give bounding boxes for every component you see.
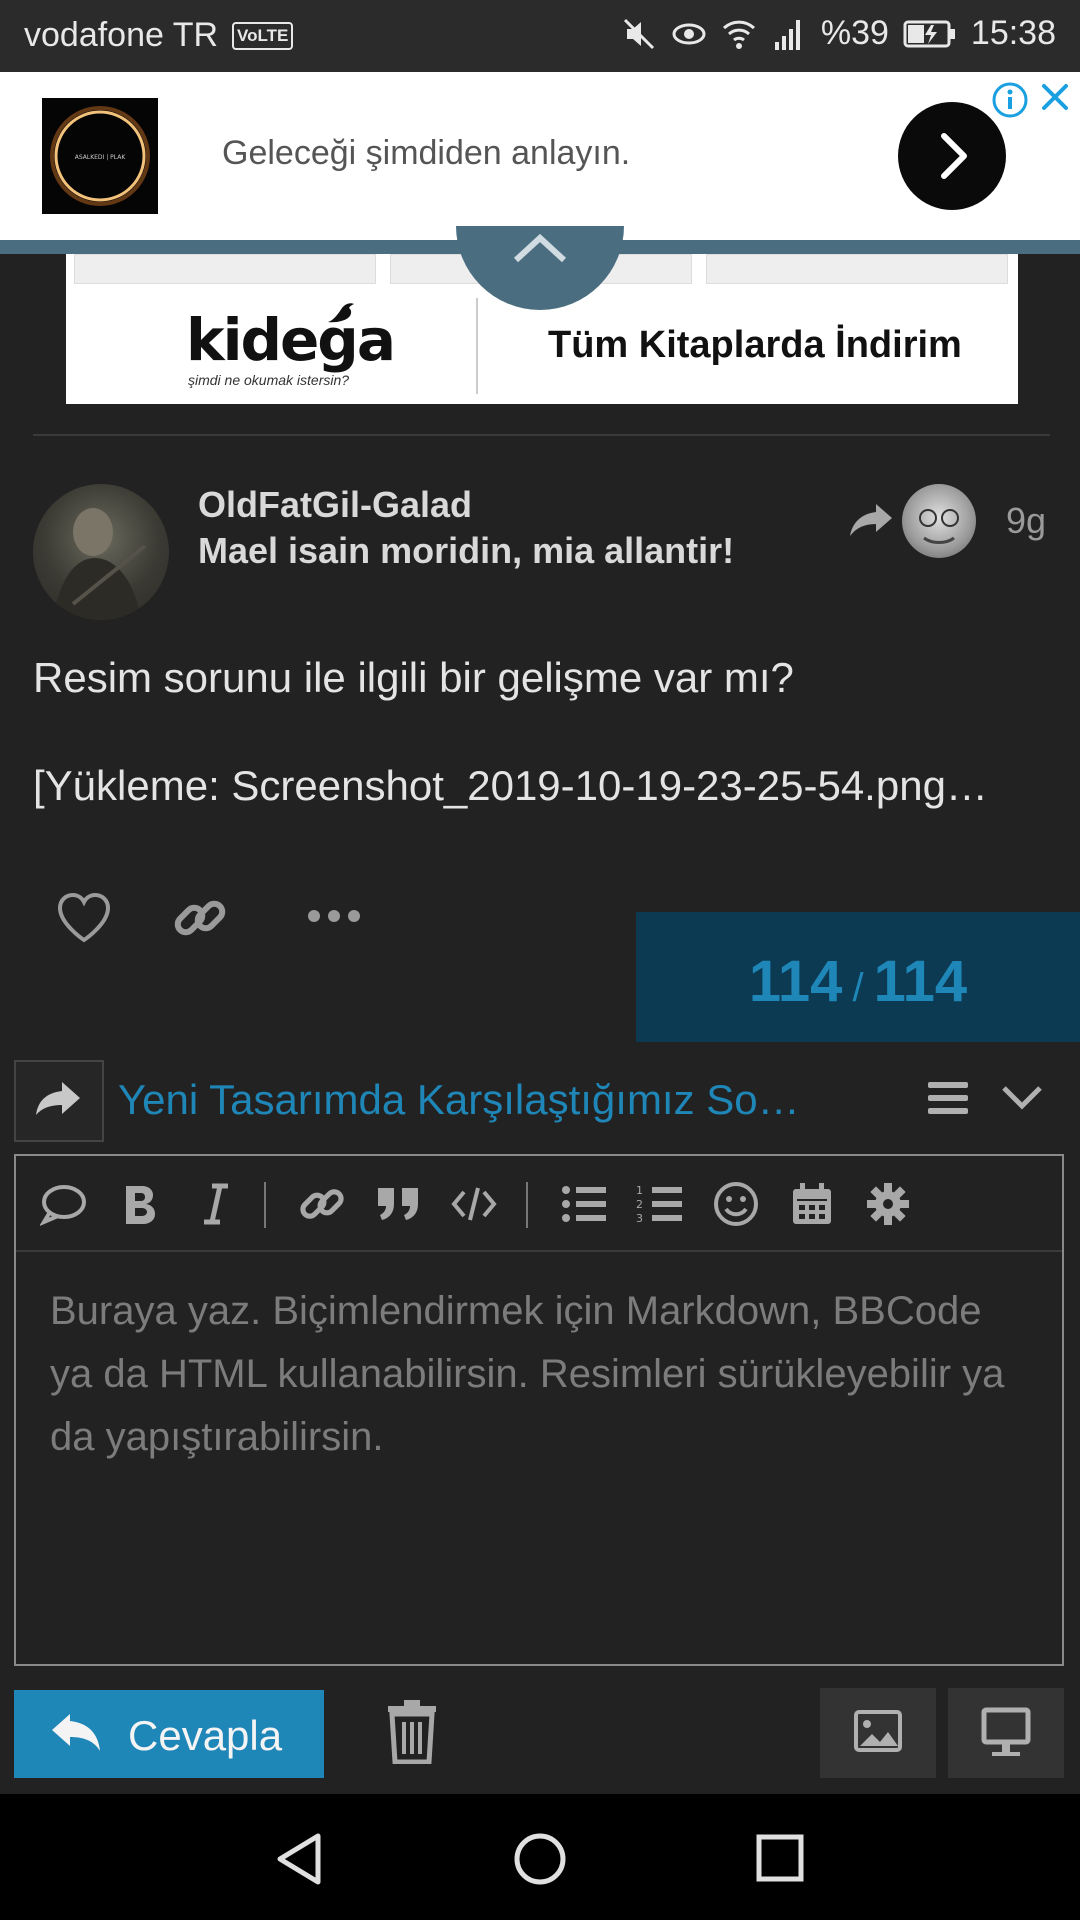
- link-icon[interactable]: [294, 1178, 350, 1230]
- eclipse-image: ASALKEDI | PLAK: [42, 98, 158, 214]
- like-heart-icon[interactable]: [56, 892, 112, 944]
- kidega-slogan: şimdi ne okumak istersin?: [188, 372, 350, 388]
- reply-to-arrow-icon[interactable]: [848, 500, 894, 540]
- eye-comfort-icon: [672, 23, 706, 44]
- desktop-icon: [981, 1707, 1031, 1756]
- scroll-up-button[interactable]: [456, 226, 624, 310]
- volte-badge: VoLTE: [232, 22, 294, 50]
- avatar-image: [53, 508, 147, 620]
- recents-nav-icon[interactable]: [756, 1834, 804, 1882]
- italic-icon[interactable]: [188, 1178, 244, 1230]
- reply-to-avatar[interactable]: [902, 484, 976, 558]
- ad-banner[interactable]: ASALKEDI | PLAK Geleceği şimdiden anlayı…: [0, 72, 1080, 242]
- upload-image-button[interactable]: [820, 1688, 936, 1778]
- editor-toolbar: 123: [16, 1156, 1062, 1252]
- reply-action-button[interactable]: [14, 1060, 104, 1142]
- banner-product-image: [706, 254, 1008, 284]
- chevron-up-icon: [513, 233, 567, 263]
- post-username[interactable]: OldFatGil-Galad: [198, 484, 472, 526]
- ad-thumbnail[interactable]: ASALKEDI | PLAK: [42, 98, 158, 214]
- signal-icon: [774, 19, 800, 50]
- trash-icon[interactable]: [384, 1700, 440, 1764]
- svg-text:3: 3: [636, 1212, 643, 1224]
- progress-total: 114: [873, 949, 968, 1014]
- toolbar-divider: [526, 1182, 528, 1228]
- carrier-name: vodafone TR: [24, 16, 219, 54]
- topic-progress[interactable]: 114/114: [636, 912, 1080, 1042]
- banner-product-image: [74, 254, 376, 284]
- back-nav-icon[interactable]: [274, 1832, 324, 1886]
- progress-counter: 114/114: [636, 948, 1080, 1015]
- editor-placeholder[interactable]: Buraya yaz. Biçimlendirmek için Markdown…: [50, 1280, 1010, 1469]
- post-separator: [33, 434, 1050, 436]
- android-nav-bar: [0, 1794, 1080, 1920]
- gear-icon[interactable]: [860, 1178, 916, 1230]
- post-user-title: Mael isain moridin, mia allantir!: [198, 530, 735, 571]
- banner-promo-text: Tüm Kitaplarda İndirim: [548, 324, 962, 366]
- post-body-text: Resim sorunu ile ilgili bir gelişme var …: [33, 654, 794, 701]
- quote-icon[interactable]: [36, 1178, 92, 1230]
- reply-submit-button[interactable]: Cevapla: [14, 1690, 324, 1778]
- reply-button-label: Cevapla: [128, 1712, 283, 1759]
- toolbar-divider: [264, 1182, 266, 1228]
- reply-icon: [52, 1714, 100, 1751]
- progress-current: 114: [748, 949, 843, 1014]
- mute-icon: [623, 18, 654, 49]
- code-icon[interactable]: [446, 1178, 502, 1230]
- bold-icon[interactable]: [112, 1178, 168, 1230]
- svg-text:2: 2: [636, 1198, 643, 1211]
- kidega-logo: kidega: [186, 306, 396, 374]
- bullet-list-icon[interactable]: [556, 1178, 612, 1230]
- ad-thumbnail-text: ASALKEDI | PLAK: [75, 154, 127, 161]
- composer-topic-title[interactable]: Yeni Tasarımda Karşılaştığımız So…: [118, 1076, 800, 1124]
- share-link-icon[interactable]: [172, 890, 228, 946]
- ad-close-icon[interactable]: [1036, 78, 1074, 116]
- emoji-icon[interactable]: [708, 1178, 764, 1230]
- crow-icon: [328, 303, 354, 323]
- battery-charging-icon: [903, 20, 955, 47]
- numbered-list-icon[interactable]: 123: [632, 1178, 688, 1230]
- reply-avatar-image: [919, 509, 959, 544]
- clock: 15:38: [970, 14, 1056, 52]
- post-age[interactable]: 9g: [1006, 500, 1046, 542]
- status-bar: vodafone TR VoLTE %39 15:38: [0, 0, 1080, 72]
- calendar-icon[interactable]: [784, 1178, 840, 1230]
- user-avatar[interactable]: [33, 484, 169, 620]
- post-upload-text: [Yükleme: Screenshot_2019-10-19-23-25-54…: [33, 762, 988, 809]
- status-icons: %39 15:38: [621, 14, 1056, 53]
- reply-arrow-icon: [36, 1082, 80, 1115]
- toggle-toolbar-icon[interactable]: [926, 1078, 970, 1118]
- wifi-icon: [722, 20, 755, 49]
- image-icon: [854, 1710, 902, 1752]
- chevron-down-icon[interactable]: [1000, 1082, 1044, 1114]
- home-nav-icon[interactable]: [513, 1832, 567, 1886]
- ad-info-icon[interactable]: [990, 80, 1030, 120]
- banner-divider: [476, 298, 478, 394]
- blockquote-icon[interactable]: [370, 1178, 426, 1230]
- ad-text[interactable]: Geleceği şimdiden anlayın.: [222, 134, 630, 173]
- composer-editor[interactable]: 123 Buraya yaz. Biçimlendirmek için Mark…: [14, 1154, 1064, 1666]
- more-actions-icon[interactable]: [306, 904, 362, 928]
- progress-separator: /: [852, 966, 864, 1010]
- composer-header: Yeni Tasarımda Karşılaştığımız So…: [0, 1044, 1080, 1154]
- battery-percent: %39: [820, 14, 889, 52]
- toggle-preview-button[interactable]: [948, 1688, 1064, 1778]
- svg-text:1: 1: [636, 1184, 643, 1197]
